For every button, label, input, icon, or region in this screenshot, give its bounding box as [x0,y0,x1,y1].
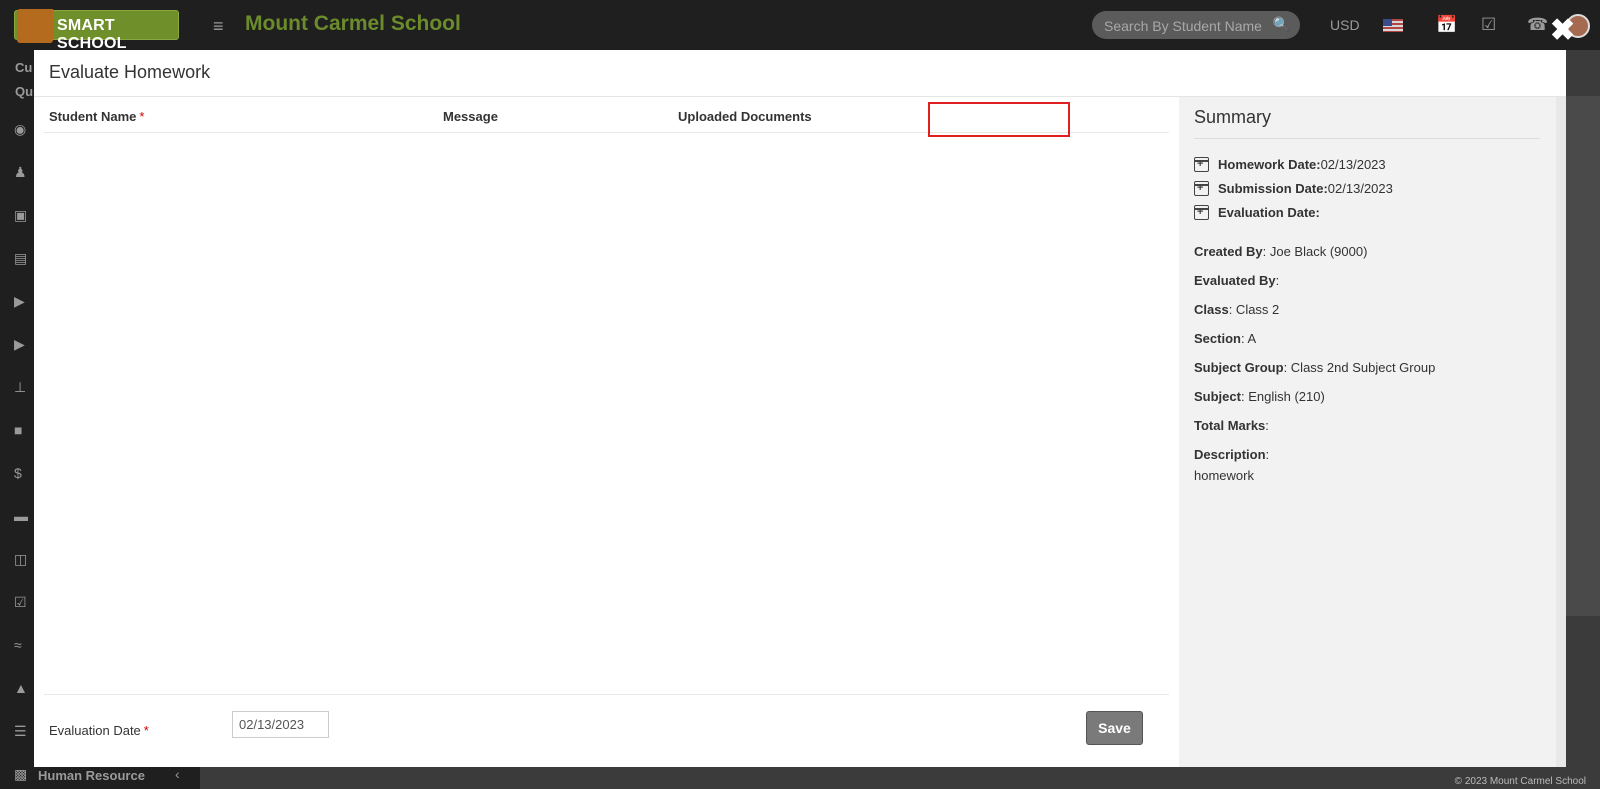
calendar-plus-icon [1194,181,1209,196]
sidebar-money-icon[interactable]: ▣ [14,207,27,224]
sidebar-signpost-icon[interactable]: ⊥ [14,379,26,396]
description-value: homework [1194,468,1254,483]
task-check-icon[interactable]: ☑ [1481,15,1496,35]
modal-header: Evaluate Homework [34,50,1566,97]
column-message: Message [443,109,498,124]
sidebar-partial-text-1: Cu [15,60,33,75]
evaluate-homework-modal: Evaluate Homework Student Name * Message … [34,50,1566,767]
calendar-plus-icon [1194,205,1209,220]
summary-divider [1194,138,1540,139]
background-panel [1560,96,1600,616]
sidebar-item-human-resource[interactable]: Human Resource [38,768,145,783]
sidebar-card-icon[interactable]: ▬ [14,508,28,524]
page-footer: © 2023 Mount Carmel School [1454,776,1586,787]
sidebar-user-plus-icon[interactable]: ♟ [14,164,27,181]
column-student-name: Student Name * [49,109,145,124]
evaluation-date-label: Evaluation Date * [49,723,149,738]
app-logo[interactable]: SMART SCHOOL [14,9,179,52]
hamburger-menu-icon[interactable]: ≡ [213,16,224,37]
modal-title: Evaluate Homework [49,62,211,82]
us-flag-icon[interactable] [1383,19,1403,32]
summary-title: Summary [1194,107,1272,127]
sidebar-sitemap-icon[interactable]: ▩ [14,766,27,783]
sidebar-graduation-icon[interactable]: ▲ [14,680,28,696]
close-icon[interactable]: ✖ [1550,16,1575,46]
calendar-plus-icon [1194,157,1209,172]
search-icon[interactable]: 🔍 [1273,16,1290,33]
subject-group-row: Subject Group: Class 2nd Subject Group [1194,360,1436,375]
created-by-row: Created By: Joe Black (9000) [1194,244,1368,259]
homework-date-row: Homework Date:02/13/2023 [1194,157,1386,172]
sidebar-calendar-check-icon[interactable]: ☑ [14,594,27,611]
subject-row: Subject: English (210) [1194,389,1325,404]
section-row: Section: A [1194,331,1257,346]
save-button[interactable]: Save [1086,711,1143,745]
sidebar-map-icon[interactable]: ◫ [14,551,27,568]
student-submissions-pane: Student Name * Message Uploaded Documents… [34,97,1179,767]
calendar-icon[interactable]: 📅 [1436,15,1457,35]
evaluation-date-input[interactable] [232,711,329,738]
chevron-left-icon[interactable]: ‹ [175,766,180,782]
school-name: Mount Carmel School [245,12,461,35]
class-row: Class: Class 2 [1194,302,1280,317]
submission-date-row: Submission Date:02/13/2023 [1194,181,1393,196]
top-navbar: SMART SCHOOL ≡ Mount Carmel School Searc… [0,0,1600,52]
column-uploaded-documents: Uploaded Documents [678,109,812,124]
search-placeholder: Search By Student Name [1104,18,1262,34]
logo-text: SMART SCHOOL [57,17,127,52]
logo-book-icon [17,9,53,43]
sidebar-dollar-icon[interactable]: $ [14,465,22,481]
evaluation-date-row: Evaluation Date: [1194,205,1320,220]
sidebar-lock-icon[interactable]: ■ [14,422,22,438]
description-row: Description: [1194,447,1270,462]
sidebar-video-icon[interactable]: ▶ [14,293,25,310]
student-search-input[interactable]: Search By Student Name 🔍 [1092,11,1300,39]
currency-selector[interactable]: USD [1330,17,1360,33]
sidebar-dashboard-icon[interactable]: ◉ [14,121,26,138]
whatsapp-icon[interactable]: ☎ [1527,15,1548,35]
sidebar-list-icon[interactable]: ☰ [14,723,27,740]
highlight-box [928,102,1070,137]
sidebar-video-icon-2[interactable]: ▶ [14,336,25,353]
evaluated-by-row: Evaluated By: [1194,273,1280,288]
sidebar-rss-icon[interactable]: ≈ [14,637,22,653]
evaluation-footer: Evaluation Date* Save [44,694,1169,767]
sidebar-partial-text-2: Qu [15,84,34,99]
summary-scrollbar[interactable] [1556,97,1566,767]
summary-panel: Summary Homework Date:02/13/2023 Submiss… [1179,97,1566,767]
total-marks-row: Total Marks: [1194,418,1269,433]
sidebar-file-icon[interactable]: ▤ [14,250,27,267]
